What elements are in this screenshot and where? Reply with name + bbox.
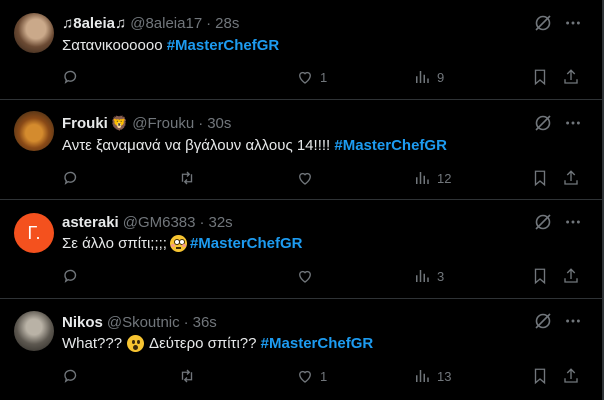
bookmark-button[interactable] <box>531 168 549 188</box>
separator-dot: · <box>206 15 212 32</box>
more-options-icon[interactable] <box>562 13 584 33</box>
like-count: 1 <box>320 368 328 384</box>
bookmark-button[interactable] <box>531 366 549 386</box>
display-name[interactable]: asteraki <box>62 214 119 231</box>
retweet-button[interactable] <box>178 366 196 386</box>
more-options-icon[interactable] <box>562 311 584 331</box>
avatar[interactable]: Γ. <box>14 213 54 253</box>
tweet[interactable]: Γ. asteraki @GM6383 · 32s Σε άλλο σπίτι;… <box>0 200 602 299</box>
bookmark-icon <box>534 69 546 86</box>
tweet-text: Δεύτερο σπίτι?? <box>149 335 257 352</box>
reply-button[interactable] <box>62 366 80 386</box>
surprised-face-emoji <box>127 335 145 352</box>
display-name[interactable]: Nikos <box>62 314 103 331</box>
heart-icon <box>299 370 311 383</box>
view-count: 13 <box>437 368 452 384</box>
view-count: 12 <box>437 170 452 186</box>
share-button[interactable] <box>562 67 580 87</box>
views-button[interactable]: 3 <box>413 266 444 286</box>
bookmark-button[interactable] <box>531 67 549 87</box>
more-options-icon[interactable] <box>562 212 584 232</box>
reply-button[interactable] <box>62 67 80 87</box>
separator-dot: · <box>198 115 204 132</box>
retweet-icon <box>181 171 193 185</box>
like-count: 1 <box>320 69 328 85</box>
reply-icon <box>64 70 77 84</box>
retweet-icon <box>181 369 193 383</box>
view-count: 3 <box>437 268 445 284</box>
tweet-text-prefix: What??? <box>62 335 123 352</box>
flushed-face-emoji <box>169 235 187 252</box>
tweet[interactable]: ♫8aleia♫ @8aleia17 · 28s Σατανικοοοοοο #… <box>0 0 602 100</box>
avatar[interactable] <box>14 13 54 53</box>
user-handle[interactable]: @8aleia17 <box>130 15 202 32</box>
reply-button[interactable] <box>62 266 80 286</box>
avatar[interactable] <box>14 111 54 151</box>
share-button[interactable] <box>562 168 580 188</box>
share-icon <box>564 268 578 283</box>
views-button[interactable]: 9 <box>413 67 444 87</box>
tweet[interactable]: Nikos @Skoutnic · 36s What??? Δεύτερο σπ… <box>0 299 602 400</box>
user-handle[interactable]: @Skoutnic <box>107 314 180 331</box>
avatar[interactable] <box>14 311 54 351</box>
heart-icon <box>299 270 311 283</box>
timestamp[interactable]: 28s <box>215 15 239 32</box>
reply-button[interactable] <box>62 168 80 188</box>
views-icon <box>416 370 429 382</box>
hashtag-link[interactable]: #MasterChefGR <box>167 37 280 54</box>
bookmark-icon <box>534 368 546 385</box>
grok-icon[interactable] <box>533 113 553 133</box>
grok-icon[interactable] <box>533 13 553 33</box>
grok-icon[interactable] <box>533 212 553 232</box>
reply-icon <box>64 369 77 383</box>
like-button[interactable]: 1 <box>296 366 327 386</box>
view-count: 9 <box>437 69 445 85</box>
views-icon <box>416 172 429 184</box>
heart-icon <box>299 71 311 84</box>
views-button[interactable]: 12 <box>413 168 451 188</box>
timestamp[interactable]: 30s <box>207 115 231 132</box>
views-button[interactable]: 13 <box>413 366 451 386</box>
timestamp[interactable]: 32s <box>208 214 232 231</box>
reply-icon <box>64 269 77 283</box>
timestamp[interactable]: 36s <box>193 314 217 331</box>
bookmark-icon <box>534 170 546 187</box>
separator-dot: · <box>183 314 189 331</box>
share-button[interactable] <box>562 266 580 286</box>
retweet-button[interactable] <box>178 168 196 188</box>
share-icon <box>564 69 578 84</box>
display-name[interactable]: ♫8aleia♫ <box>62 15 126 32</box>
share-icon <box>564 368 578 383</box>
grok-icon[interactable] <box>533 311 553 331</box>
bookmark-icon <box>534 268 546 285</box>
lion-emoji: 🦁 <box>110 115 129 131</box>
share-icon <box>564 170 578 185</box>
views-icon <box>416 270 429 282</box>
like-button[interactable] <box>296 266 314 286</box>
bookmark-button[interactable] <box>531 266 549 286</box>
tweet[interactable]: Frouki 🦁 @Frouku · 30s Αντε ξαναμανά να … <box>0 100 602 200</box>
tweet-text: Αντε ξαναμανά να βγάλουν αλλους 14!!!! <box>62 137 331 154</box>
hashtag-link[interactable]: #MasterChefGR <box>190 235 303 252</box>
views-icon <box>416 71 429 83</box>
user-handle[interactable]: @GM6383 <box>123 214 196 231</box>
user-handle[interactable]: @Frouku <box>132 115 194 132</box>
share-button[interactable] <box>562 366 580 386</box>
tweet-text: Σατανικοοοοοο <box>62 37 163 54</box>
more-options-icon[interactable] <box>562 113 584 133</box>
like-button[interactable]: 1 <box>296 67 327 87</box>
display-name[interactable]: Frouki <box>62 115 108 132</box>
hashtag-link[interactable]: #MasterChefGR <box>261 335 374 352</box>
separator-dot: · <box>199 214 205 231</box>
tweet-text: Σε άλλο σπίτι;;;; <box>62 235 167 252</box>
heart-icon <box>299 172 311 185</box>
avatar-letter: Γ. <box>27 222 41 243</box>
reply-icon <box>64 171 77 185</box>
like-button[interactable] <box>296 168 314 188</box>
hashtag-link[interactable]: #MasterChefGR <box>334 137 447 154</box>
